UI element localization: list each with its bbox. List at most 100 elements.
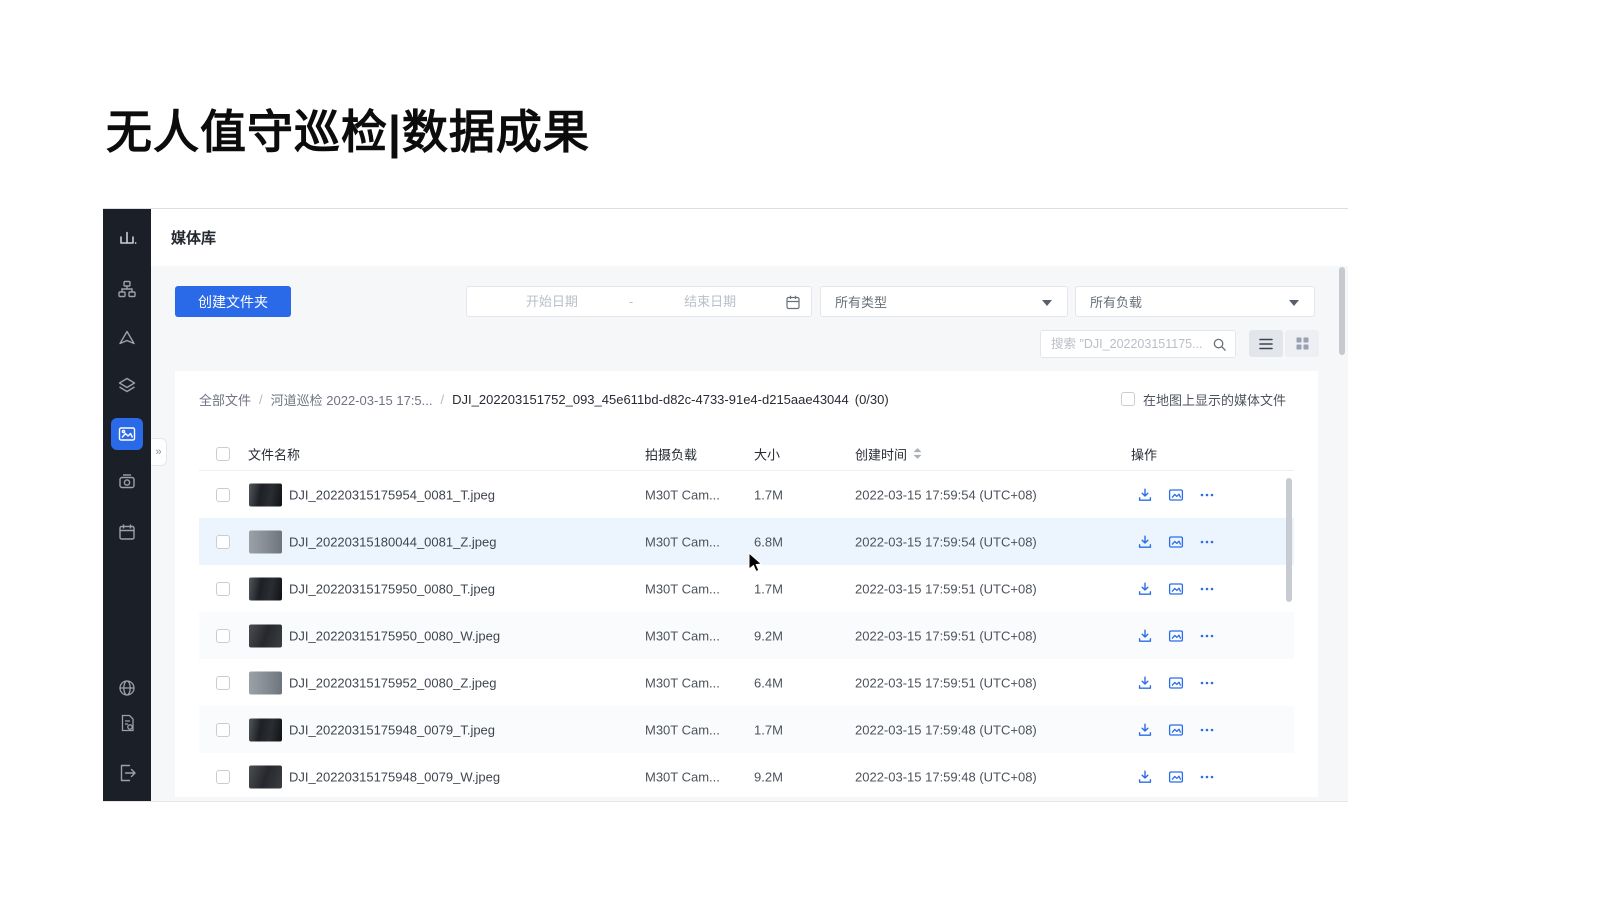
download-icon[interactable]	[1137, 487, 1153, 503]
file-size: 1.7M	[754, 581, 844, 596]
date-range-picker[interactable]: -	[466, 286, 812, 317]
view-on-map-icon[interactable]	[1168, 581, 1184, 597]
file-name[interactable]: DJI_20220315175948_0079_T.jpeg	[289, 722, 637, 737]
row-checkbox[interactable]	[216, 770, 230, 784]
file-name[interactable]: DJI_20220315180044_0081_Z.jpeg	[289, 534, 637, 549]
file-thumbnail[interactable]	[249, 671, 282, 694]
sidebar-item-fleet[interactable]	[117, 279, 137, 299]
row-checkbox[interactable]	[216, 676, 230, 690]
sidebar-expander-glyph: »	[155, 446, 161, 458]
search-icon[interactable]	[1212, 337, 1227, 352]
file-created-time: 2022-03-15 17:59:48 (UTC+08)	[855, 769, 1115, 784]
sidebar-item-logo[interactable]	[117, 228, 137, 248]
sidebar-item-calendar-plan[interactable]	[117, 522, 137, 542]
column-header-actions: 操作	[1131, 444, 1157, 463]
table-row[interactable]: DJI_20220315180044_0081_Z.jpeg M30T Cam.…	[199, 518, 1294, 565]
sidebar-item-exit[interactable]	[117, 763, 137, 783]
file-name[interactable]: DJI_20220315175950_0080_W.jpeg	[289, 628, 637, 643]
sidebar-item-globe[interactable]	[117, 678, 137, 698]
media-library-icon	[117, 424, 137, 444]
file-thumbnail[interactable]	[249, 624, 282, 647]
download-icon[interactable]	[1137, 628, 1153, 644]
layers-icon	[117, 376, 137, 396]
file-name[interactable]: DJI_20220315175948_0079_W.jpeg	[289, 769, 637, 784]
view-on-map-icon[interactable]	[1168, 769, 1184, 785]
search-box	[1040, 330, 1236, 358]
more-actions-icon[interactable]	[1199, 628, 1215, 644]
table-row[interactable]: DJI_20220315175948_0079_T.jpeg M30T Cam.…	[199, 706, 1294, 753]
sidebar-expander[interactable]: »	[151, 438, 167, 466]
table-row[interactable]: DJI_20220315175948_0079_W.jpeg M30T Cam.…	[199, 753, 1294, 797]
row-actions	[1137, 769, 1215, 785]
column-header-name[interactable]: 文件名称	[248, 444, 300, 463]
table-row[interactable]: DJI_20220315175950_0080_T.jpeg M30T Cam.…	[199, 565, 1294, 612]
row-checkbox[interactable]	[216, 582, 230, 596]
download-icon[interactable]	[1137, 534, 1153, 550]
file-name[interactable]: DJI_20220315175952_0080_Z.jpeg	[289, 675, 637, 690]
breadcrumb-folder[interactable]: 河道巡检 2022-03-15 17:5...	[271, 390, 433, 409]
grid-view-button[interactable]	[1285, 330, 1319, 357]
breadcrumb-root[interactable]: 全部文件	[199, 390, 251, 409]
row-checkbox[interactable]	[216, 488, 230, 502]
file-name[interactable]: DJI_20220315175954_0081_T.jpeg	[289, 487, 637, 502]
more-actions-icon[interactable]	[1199, 487, 1215, 503]
file-created-time: 2022-03-15 17:59:54 (UTC+08)	[855, 534, 1115, 549]
view-on-map-icon[interactable]	[1168, 628, 1184, 644]
start-date-input[interactable]	[477, 294, 627, 309]
sidebar-item-dock[interactable]	[117, 472, 137, 492]
view-on-map-icon[interactable]	[1168, 722, 1184, 738]
table-row[interactable]: DJI_20220315175954_0081_T.jpeg M30T Cam.…	[199, 471, 1294, 518]
sidebar-item-drone[interactable]	[117, 328, 137, 348]
file-list-card: 全部文件 / 河道巡检 2022-03-15 17:5... / DJI_202…	[175, 371, 1318, 797]
map-display-toggle[interactable]: 在地图上显示的媒体文件	[1111, 383, 1286, 415]
fleet-icon	[117, 279, 137, 299]
file-thumbnail[interactable]	[249, 765, 282, 788]
create-folder-button[interactable]: 创建文件夹	[175, 286, 291, 317]
sidebar-item-layers[interactable]	[117, 376, 137, 396]
globe-icon	[117, 678, 137, 698]
row-checkbox[interactable]	[216, 535, 230, 549]
more-actions-icon[interactable]	[1199, 534, 1215, 550]
payload-filter-select[interactable]: 所有负载	[1075, 286, 1315, 317]
column-header-size[interactable]: 大小	[754, 444, 780, 463]
view-toggles	[1249, 330, 1319, 357]
list-view-button[interactable]	[1249, 330, 1283, 357]
more-actions-icon[interactable]	[1199, 581, 1215, 597]
table-row[interactable]: DJI_20220315175952_0080_Z.jpeg M30T Cam.…	[199, 659, 1294, 706]
download-icon[interactable]	[1137, 769, 1153, 785]
type-filter-select[interactable]: 所有类型	[820, 286, 1068, 317]
column-header-payload[interactable]: 拍摄负载	[645, 444, 697, 463]
file-size: 9.2M	[754, 769, 844, 784]
search-input[interactable]	[1051, 337, 1212, 351]
download-icon[interactable]	[1137, 722, 1153, 738]
table-row[interactable]: DJI_20220315175950_0080_W.jpeg M30T Cam.…	[199, 612, 1294, 659]
select-all-checkbox[interactable]	[216, 447, 230, 461]
file-payload: M30T Cam...	[645, 675, 745, 690]
sidebar-item-flight-log[interactable]	[117, 713, 137, 733]
more-actions-icon[interactable]	[1199, 769, 1215, 785]
more-actions-icon[interactable]	[1199, 675, 1215, 691]
view-on-map-icon[interactable]	[1168, 534, 1184, 550]
row-checkbox[interactable]	[216, 723, 230, 737]
download-icon[interactable]	[1137, 581, 1153, 597]
type-filter-value: 所有类型	[835, 292, 887, 311]
view-on-map-icon[interactable]	[1168, 487, 1184, 503]
window-scrollbar-thumb[interactable]	[1339, 267, 1345, 355]
view-on-map-icon[interactable]	[1168, 675, 1184, 691]
end-date-input[interactable]	[635, 294, 785, 309]
file-thumbnail[interactable]	[249, 718, 282, 741]
list-scrollbar-thumb[interactable]	[1286, 478, 1292, 602]
sort-icon[interactable]	[913, 448, 922, 460]
file-thumbnail[interactable]	[249, 483, 282, 506]
download-icon[interactable]	[1137, 675, 1153, 691]
file-name[interactable]: DJI_20220315175950_0080_T.jpeg	[289, 581, 637, 596]
column-header-created[interactable]: 创建时间	[855, 444, 922, 463]
file-thumbnail[interactable]	[249, 530, 282, 553]
more-actions-icon[interactable]	[1199, 722, 1215, 738]
row-checkbox[interactable]	[216, 629, 230, 643]
sidebar-item-media-library[interactable]	[111, 418, 143, 450]
file-thumbnail[interactable]	[249, 577, 282, 600]
table-header: 文件名称 拍摄负载 大小 创建时间 操作	[199, 437, 1294, 471]
map-display-checkbox[interactable]	[1121, 392, 1135, 406]
list-view-icon	[1258, 337, 1274, 351]
